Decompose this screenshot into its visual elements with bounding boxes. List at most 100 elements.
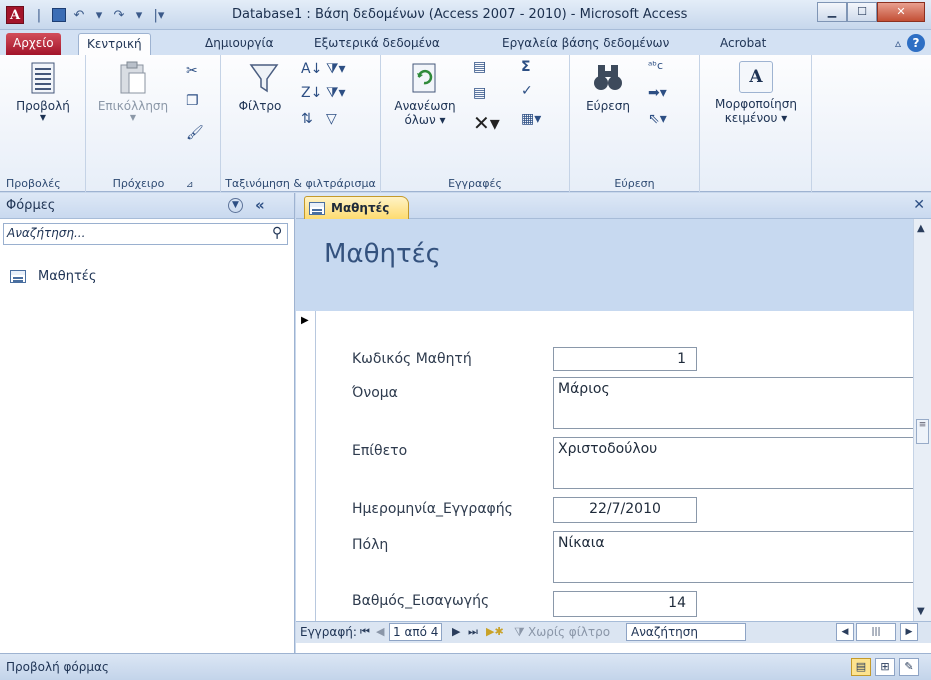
close-document-icon[interactable]: ✕ [913,197,925,213]
redo-icon[interactable]: ↷ [110,8,128,23]
current-record-icon: ▶ [301,315,309,326]
tab-home[interactable]: Κεντρική [78,33,151,55]
group-label: Πρόχειρο ⊿ [86,177,220,190]
select-icon[interactable]: ⇖▾ [648,111,667,127]
selection-filter-icon[interactable]: ⧩▾ [326,61,346,77]
filter-button[interactable]: Φίλτρο [229,61,291,113]
view-switcher: ▤ ⊞ ✎ [851,658,919,676]
dropdown-icon[interactable]: ▾ [130,8,148,23]
new-record-icon[interactable]: ▶✱ [486,625,504,638]
record-selector[interactable]: ▶ [296,311,316,621]
cut-icon[interactable]: ✂ [186,63,198,79]
advanced-filter-icon[interactable]: ⧩▾ [326,85,346,101]
customize-qat-icon[interactable]: |▾ [150,8,168,23]
quick-access-toolbar: | ↶ ▾ ↷ ▾ |▾ [30,5,168,25]
tab-file[interactable]: Αρχείο [6,33,61,55]
nav-item-form[interactable]: Μαθητές [10,269,96,284]
tab-database-tools[interactable]: Εργαλεία βάσης δεδομένων [494,33,677,55]
form-header: Μαθητές [296,219,913,311]
form-title: Μαθητές [324,239,441,269]
refresh-label: Ανανέωση [394,99,456,113]
collapse-pane-icon[interactable]: « [255,196,265,214]
horizontal-scroll-thumb[interactable]: ||| [856,623,896,641]
refresh-all-button[interactable]: Ανανέωση όλων ▾ [387,61,463,127]
go-to-icon[interactable]: ➡▾ [648,85,667,101]
text-formatting-button[interactable]: A Μορφοποίηση κειμένου ▾ [706,61,806,125]
nav-search-input[interactable]: Αναζήτηση... ⚲ [3,223,288,245]
tab-acrobat[interactable]: Acrobat [712,33,774,55]
scroll-left-icon[interactable]: ◀ [836,623,854,641]
dropdown-icon[interactable]: ▾ [90,8,108,23]
design-view-icon[interactable]: ✎ [899,658,919,676]
minimize-ribbon-icon[interactable]: ▵ [895,36,901,50]
record-search-input[interactable]: Αναζήτηση [626,623,746,641]
status-text: Προβολή φόρμας [6,660,109,674]
spelling-icon[interactable]: ✓ [521,83,533,99]
replace-icon[interactable]: ᵃᵇc [648,59,663,72]
tab-create[interactable]: Δημιουργία [197,33,281,55]
first-record-icon[interactable]: ⏮ [360,625,370,639]
remove-sort-icon[interactable]: ⇅ [301,111,313,127]
help-icon[interactable]: ? [907,34,925,52]
group-label: Εγγραφές [448,177,502,190]
status-bar: Προβολή φόρμας ▤ ⊞ ✎ [0,653,931,680]
record-position-input[interactable]: 1 από 4 [389,623,443,641]
undo-icon[interactable]: ↶ [70,8,88,23]
field-label: Κωδικός Μαθητή [352,351,472,367]
format-painter-icon[interactable]: 🖌 [186,125,204,141]
refresh-icon [412,63,436,93]
field-entrance-grade[interactable]: 14 [553,591,697,617]
layout-view-icon[interactable]: ⊞ [875,658,895,676]
records-group: Ανανέωση όλων ▾ ▤ ▤ ✕▾ Σ ✓ ▦▾ Εγγραφές [381,55,570,192]
scroll-thumb[interactable]: ≡ [916,419,929,444]
find-button[interactable]: Εύρεση [580,61,636,113]
delete-record-icon[interactable]: ✕▾ [473,111,500,135]
scroll-up-icon[interactable]: ▲ [917,223,925,234]
toggle-filter-icon[interactable]: ▽ [326,111,337,127]
field-last-name[interactable]: Χριστοδούλου [553,437,918,489]
field-registration-date[interactable]: 22/7/2010 [553,497,697,523]
last-record-icon[interactable]: ⏭ [468,625,478,639]
previous-record-icon[interactable]: ◀ [376,625,384,638]
totals-icon[interactable]: Σ [521,59,531,75]
sort-descending-icon[interactable]: Z↓ [301,85,322,101]
next-record-icon[interactable]: ▶ [452,625,460,638]
minimize-button[interactable]: ▁ [817,2,847,22]
sort-filter-group: Φίλτρο A↓ Z↓ ⇅ ⧩▾ ⧩▾ ▽ Ταξινόμηση & φιλτ… [221,55,381,192]
tab-external-data[interactable]: Εξωτερικά δεδομένα [306,33,448,55]
access-app-icon[interactable]: A [6,6,24,24]
copy-icon[interactable]: ❐ [186,93,199,109]
filter-status[interactable]: Χωρίς φίλτρο [528,625,610,639]
navigation-pane: Φόρμες ▼ « Αναζήτηση... ⚲ Μαθητές [0,193,295,653]
views-group: Προβολή ▼ Προβολές [0,55,86,192]
view-button[interactable]: Προβολή ▼ [6,61,80,122]
search-icon[interactable]: ⚲ [272,225,282,241]
form-view-icon[interactable]: ▤ [851,658,871,676]
vertical-scrollbar[interactable]: ▲ ≡ ▼ [913,219,931,621]
find-label: Εύρεση [586,99,630,113]
sort-ascending-icon[interactable]: A↓ [301,61,322,77]
text-formatting-label-2: κειμένου ▾ [724,111,788,125]
paste-button[interactable]: Επικόλληση ▼ [92,61,174,122]
nav-pane-header: Φόρμες ▼ « [0,193,294,219]
more-records-icon[interactable]: ▦▾ [521,111,541,127]
paste-label: Επικόλληση [97,99,169,113]
chevron-down-icon: ▼ [129,113,137,122]
maximize-button[interactable]: ☐ [847,2,877,22]
scroll-down-icon[interactable]: ▼ [917,606,925,617]
view-label: Προβολή [16,99,70,113]
field-city[interactable]: Νίκαια [553,531,918,583]
save-record-icon[interactable]: ▤ [473,85,486,101]
document-tab-form[interactable]: Μαθητές [304,196,409,219]
binoculars-icon [594,65,622,90]
save-icon[interactable] [52,8,66,22]
new-record-icon[interactable]: ▤ [473,59,486,75]
field-first-name[interactable]: Μάριος [553,377,918,429]
field-student-id[interactable]: 1 [553,347,697,371]
ribbon: Προβολή ▼ Προβολές Επικόλληση ▼ ✂ ❐ 🖌 Πρ… [0,55,931,192]
dialog-launcher-icon[interactable]: ⊿ [186,180,194,190]
scroll-right-icon[interactable]: ▶ [900,623,918,641]
close-button[interactable]: ✕ [877,2,925,22]
document-tabs: Μαθητές ✕ [296,193,931,219]
nav-menu-chevron-icon[interactable]: ▼ [228,198,243,213]
